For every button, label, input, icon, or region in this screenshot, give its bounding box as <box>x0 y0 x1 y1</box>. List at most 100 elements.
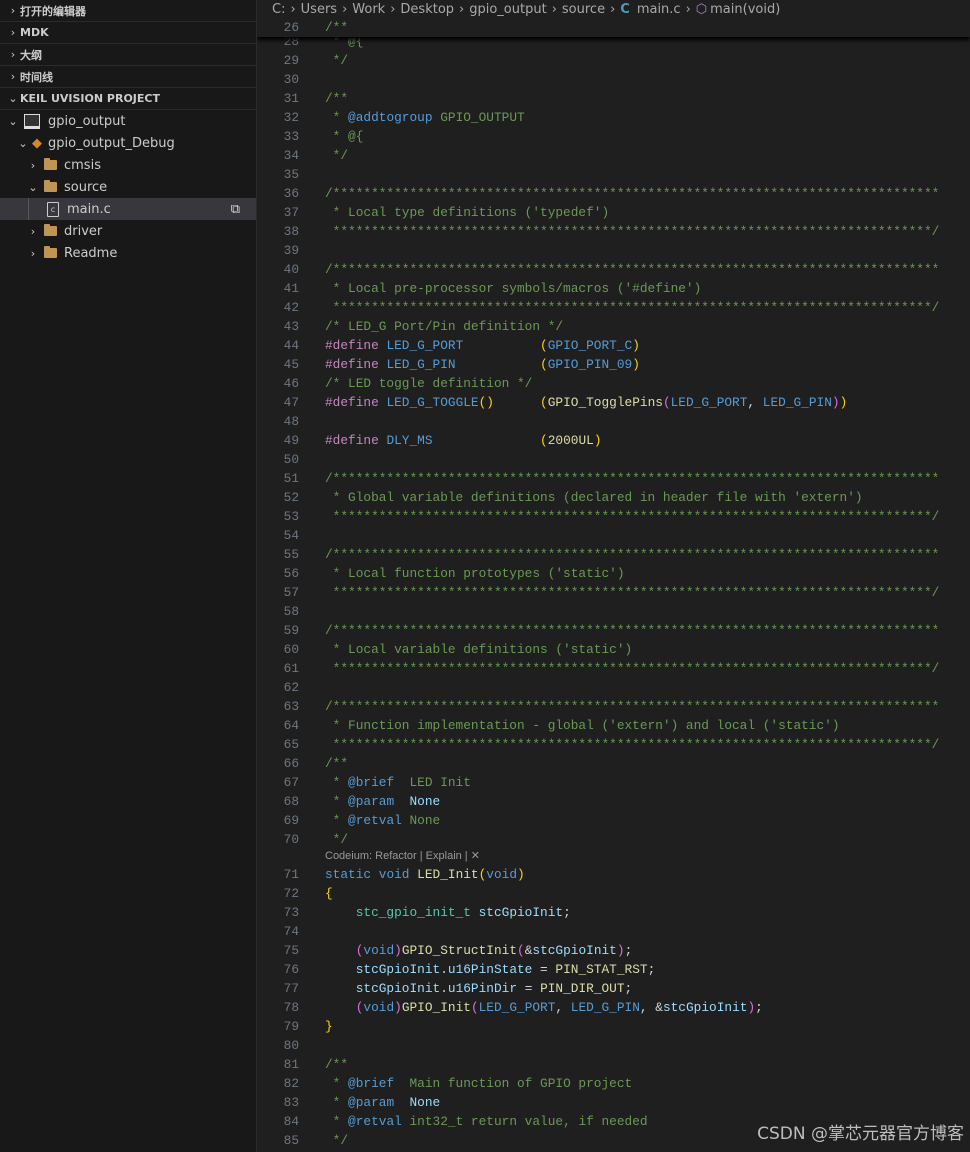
code-line[interactable]: 54 <box>257 526 970 545</box>
code-token: ) <box>394 1000 402 1015</box>
code-line[interactable]: 64 * Function implementation - global ('… <box>257 716 970 735</box>
code-line[interactable]: 30 <box>257 70 970 89</box>
code-line[interactable]: 66 /** <box>257 754 970 773</box>
breadcrumb-item[interactable]: gpio_output <box>469 2 546 17</box>
breadcrumb-item[interactable]: Work <box>352 2 385 17</box>
code-line[interactable]: 72 { <box>257 884 970 903</box>
breadcrumb-item[interactable]: Desktop <box>400 2 454 17</box>
code-line[interactable]: 68 * @param None <box>257 792 970 811</box>
code-line[interactable]: 71 static void LED_Init(void) <box>257 865 970 884</box>
code-line[interactable]: 48 <box>257 412 970 431</box>
code-line[interactable]: 61 *************************************… <box>257 659 970 678</box>
tree-item-gpio-output-debug[interactable]: ⌄ ◆ gpio_output_Debug <box>0 132 256 154</box>
sidebar-section[interactable]: › 打开的编辑器 <box>0 0 256 22</box>
copy-icon[interactable]: ⧉ <box>231 202 240 217</box>
tree-item-source[interactable]: ⌄ source <box>0 176 256 198</box>
code-line[interactable]: 67 * @brief LED Init <box>257 773 970 792</box>
breadcrumb-item[interactable]: Users <box>301 2 337 17</box>
code-line[interactable]: 33 * @{ <box>257 127 970 146</box>
tree-item-gpio-output[interactable]: ⌄ gpio_output <box>0 110 256 132</box>
code-line[interactable]: 44 #define LED_G_PORT (GPIO_PORT_C) <box>257 336 970 355</box>
code-line[interactable]: 50 <box>257 450 970 469</box>
code-token: ) <box>831 395 840 410</box>
code-line[interactable]: 51 /*************************************… <box>257 469 970 488</box>
code-token: GPIO_TogglePins <box>547 395 663 410</box>
code-line[interactable]: 53 *************************************… <box>257 507 970 526</box>
code-line[interactable]: 60 * Local variable definitions ('static… <box>257 640 970 659</box>
line-number: 33 <box>283 129 299 144</box>
code-lines[interactable]: 28 * @{29 */30 31/** 32 * @addtogroup GPIO… <box>257 32 970 1152</box>
code-line[interactable]: 41 * Local pre-processor symbols/macros … <box>257 279 970 298</box>
tree-item-main-c[interactable]: c main.c ⧉ <box>0 198 256 220</box>
code-token: @param <box>348 794 395 809</box>
line-number: 66 <box>283 756 299 771</box>
code-line[interactable]: 45 #define LED_G_PIN (GPIO_PIN_09) <box>257 355 970 374</box>
code-token: ****************************************… <box>325 661 940 676</box>
code-line[interactable]: 46 /* LED toggle definition */ <box>257 374 970 393</box>
line-code: /** <box>325 1055 348 1074</box>
breadcrumb-item[interactable]: source <box>562 2 605 17</box>
code-line[interactable]: 36 /*************************************… <box>257 184 970 203</box>
code-line[interactable]: 37 * Local type definitions ('typedef') <box>257 203 970 222</box>
code-line[interactable]: 73 stc_gpio_init_t stcGpioInit; <box>257 903 970 922</box>
code-line[interactable]: 59 /*************************************… <box>257 621 970 640</box>
code-line[interactable]: 56 * Local function prototypes ('static'… <box>257 564 970 583</box>
codeium-codelens[interactable]: Codeium: Refactor | Explain | ✕ <box>325 847 480 866</box>
code-line[interactable]: 82 * @brief Main function of GPIO projec… <box>257 1074 970 1093</box>
sidebar-section[interactable]: ⌄ KEIL UVISION PROJECT <box>0 88 256 110</box>
code-editor[interactable]: C: › Users › Work › Desktop › gpio_output › source… <box>257 0 970 1152</box>
tree-item-readme[interactable]: › Readme <box>0 242 256 264</box>
code-line[interactable]: 42 *************************************… <box>257 298 970 317</box>
line-code: */ <box>325 51 348 70</box>
code-line[interactable]: 83 * @param None <box>257 1093 970 1112</box>
code-line[interactable]: 38 *************************************… <box>257 222 970 241</box>
breadcrumb-item[interactable]: main.c <box>637 2 681 17</box>
code-line[interactable]: 81 /** <box>257 1055 970 1074</box>
code-line[interactable]: 57 *************************************… <box>257 583 970 602</box>
code-line[interactable]: 29 */ <box>257 51 970 70</box>
code-line[interactable]: 32 * @addtogroup GPIO_OUTPUT <box>257 108 970 127</box>
code-line[interactable]: 35 <box>257 165 970 184</box>
code-line[interactable]: 69 * @retval None <box>257 811 970 830</box>
code-line[interactable]: 63 /*************************************… <box>257 697 970 716</box>
breadcrumb-item[interactable]: C: <box>272 2 285 17</box>
code-line[interactable]: 58 <box>257 602 970 621</box>
code-line[interactable]: 40 /*************************************… <box>257 260 970 279</box>
line-number: 38 <box>283 224 299 239</box>
code-line[interactable]: 31 /** <box>257 89 970 108</box>
code-line[interactable]: 74 <box>257 922 970 941</box>
code-line[interactable]: 78 (void)GPIO_Init(LED_G_PORT, LED_G_PIN… <box>257 998 970 1017</box>
tree-item-cmsis[interactable]: › cmsis <box>0 154 256 176</box>
code-line[interactable]: 43 /* LED_G Port/Pin definition */ <box>257 317 970 336</box>
line-number: 45 <box>283 357 299 372</box>
sidebar-section[interactable]: › 时间线 <box>0 66 256 88</box>
code-line[interactable]: 49 #define DLY_MS (2000UL) <box>257 431 970 450</box>
code-token: GPIO_OUTPUT <box>432 110 525 125</box>
sidebar-section[interactable]: › MDK <box>0 22 256 44</box>
line-number: 39 <box>283 243 299 258</box>
code-line[interactable]: 52 * Global variable definitions (declar… <box>257 488 970 507</box>
section-label: MDK <box>20 26 49 39</box>
code-line[interactable]: 55 /*************************************… <box>257 545 970 564</box>
code-line[interactable]: 62 <box>257 678 970 697</box>
code-line[interactable]: 80 <box>257 1036 970 1055</box>
code-token: void <box>378 867 410 882</box>
breadcrumb-item[interactable]: main(void) <box>710 2 780 17</box>
code-line[interactable]: 47 #define LED_G_TOGGLE() (GPIO_TogglePin… <box>257 393 970 412</box>
sticky-scroll-line[interactable]: 26 /** <box>257 18 970 37</box>
code-line[interactable]: 26 /** <box>257 18 970 37</box>
chevron-right-icon: › <box>290 1 296 17</box>
code-line[interactable]: 76 stcGpioInit.u16PinState = PIN_STAT_RS… <box>257 960 970 979</box>
code-line[interactable]: 65 *************************************… <box>257 735 970 754</box>
tree-item-driver[interactable]: › driver <box>0 220 256 242</box>
code-line[interactable]: 34 */ <box>257 146 970 165</box>
line-number: 56 <box>283 566 299 581</box>
code-token: DLY_MS <box>386 433 433 448</box>
code-line[interactable]: 77 stcGpioInit.u16PinDir = PIN_DIR_OUT; <box>257 979 970 998</box>
code-line[interactable]: 75 (void)GPIO_StructInit(&stcGpioInit); <box>257 941 970 960</box>
sidebar-section[interactable]: › 大纲 <box>0 44 256 66</box>
line-code: #define LED_G_PIN (GPIO_PIN_09) <box>325 355 640 374</box>
code-line[interactable]: 39 <box>257 241 970 260</box>
code-line[interactable]: 79} <box>257 1017 970 1036</box>
code-token: * <box>325 813 349 828</box>
